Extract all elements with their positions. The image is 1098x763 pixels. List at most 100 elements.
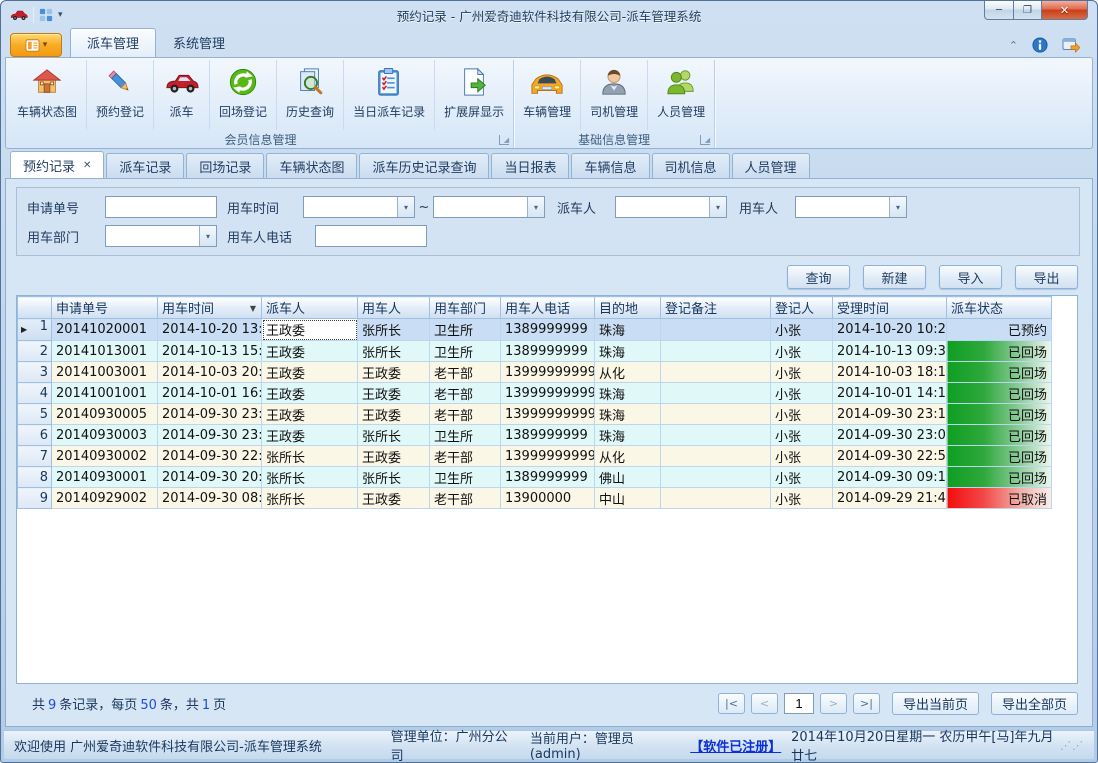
- table-cell[interactable]: 卫生所: [430, 341, 501, 362]
- table-cell[interactable]: 小张: [771, 319, 833, 341]
- collapse-ribbon-icon[interactable]: ⌃: [1009, 39, 1018, 52]
- table-row[interactable]: 9201409290022014-09-30 08:00张所长王政委老干部139…: [18, 488, 1052, 509]
- table-cell[interactable]: 珠海: [595, 319, 661, 341]
- header-destination[interactable]: 目的地: [595, 297, 661, 319]
- table-cell[interactable]: 张所长: [262, 467, 358, 488]
- table-row[interactable]: ▶1201410200012014-10-20 13:00王政委张所长卫生所13…: [18, 319, 1052, 341]
- table-cell[interactable]: 2014-09-30 23:00: [158, 425, 262, 446]
- table-cell[interactable]: 小张: [771, 425, 833, 446]
- table-cell[interactable]: 王政委: [262, 383, 358, 404]
- table-cell[interactable]: 王政委: [358, 488, 430, 509]
- table-cell[interactable]: 20140930003: [52, 425, 158, 446]
- table-row[interactable]: 4201410010012014-10-01 16:00王政委王政委老干部139…: [18, 383, 1052, 404]
- dialog-launcher-icon[interactable]: ◢: [700, 135, 710, 145]
- dispatch-status-cell[interactable]: 已回场: [947, 446, 1052, 467]
- table-cell[interactable]: [661, 488, 771, 509]
- table-cell[interactable]: 13999999999: [501, 404, 595, 425]
- software-registered-link[interactable]: 【软件已注册】: [690, 736, 775, 755]
- dispatch-status-cell[interactable]: 已回场: [947, 362, 1052, 383]
- table-cell[interactable]: 2014-10-20 13:00: [158, 319, 262, 341]
- doc-tab-driver-info[interactable]: 司机信息: [652, 153, 730, 178]
- table-cell[interactable]: 1389999999: [501, 467, 595, 488]
- header-accept-time[interactable]: 受理时间: [833, 297, 947, 319]
- dispatch-status-cell[interactable]: 已回场: [947, 383, 1052, 404]
- import-button[interactable]: 导入: [939, 265, 1002, 289]
- doc-tab-reservation-records[interactable]: 预约记录 ✕: [10, 151, 104, 178]
- table-cell[interactable]: 2014-09-30 23:30: [158, 404, 262, 425]
- chevron-down-icon[interactable]: ▾: [527, 197, 544, 217]
- table-cell[interactable]: 小张: [771, 467, 833, 488]
- table-row[interactable]: 8201409300012014-09-30 20:00张所长张所长卫生所138…: [18, 467, 1052, 488]
- ribbon-button-reservation[interactable]: 预约登记: [86, 60, 153, 130]
- table-cell[interactable]: [661, 341, 771, 362]
- table-cell[interactable]: 佛山: [595, 467, 661, 488]
- table-cell[interactable]: 张所长: [358, 425, 430, 446]
- table-cell[interactable]: 张所长: [358, 467, 430, 488]
- chevron-down-icon[interactable]: ▾: [397, 197, 414, 217]
- dialog-launcher-icon[interactable]: ◢: [499, 135, 509, 145]
- ribbon-tab-dispatch[interactable]: 派车管理: [70, 28, 156, 57]
- table-cell[interactable]: 小张: [771, 341, 833, 362]
- prev-page-button[interactable]: <: [751, 693, 778, 714]
- header-phone[interactable]: 用车人电话: [501, 297, 595, 319]
- table-cell[interactable]: 珠海: [595, 383, 661, 404]
- table-row[interactable]: 2201410130012014-10-13 15:00王政委张所长卫生所138…: [18, 341, 1052, 362]
- table-cell[interactable]: [661, 319, 771, 341]
- table-cell[interactable]: 13900000: [501, 488, 595, 509]
- table-cell[interactable]: 王政委: [358, 362, 430, 383]
- dept-combo[interactable]: ▾: [105, 225, 217, 247]
- table-cell[interactable]: 13999999999: [501, 362, 595, 383]
- dispatch-status-cell[interactable]: 已预约: [947, 319, 1052, 341]
- table-cell[interactable]: 老干部: [430, 488, 501, 509]
- layout-grid-icon[interactable]: [39, 8, 53, 22]
- row-indicator-cell[interactable]: 3: [18, 362, 52, 383]
- table-cell[interactable]: 2014-09-30 20:00: [158, 467, 262, 488]
- table-cell[interactable]: [661, 362, 771, 383]
- close-button[interactable]: ✕: [1042, 1, 1088, 20]
- table-cell[interactable]: 老干部: [430, 404, 501, 425]
- ribbon-button-return-registration[interactable]: 回场登记: [209, 60, 276, 130]
- table-cell[interactable]: [661, 446, 771, 467]
- ribbon-button-today-dispatch-records[interactable]: 当日派车记录: [343, 60, 434, 130]
- table-cell[interactable]: 2014-09-30 22:59: [833, 446, 947, 467]
- row-indicator-cell[interactable]: 4: [18, 383, 52, 404]
- header-dispatch-status[interactable]: 派车状态: [947, 297, 1052, 319]
- dispatch-status-cell[interactable]: 已取消: [947, 488, 1052, 509]
- table-cell[interactable]: 张所长: [262, 446, 358, 467]
- table-cell[interactable]: 2014-09-30 23:05: [833, 425, 947, 446]
- dispatch-status-cell[interactable]: 已回场: [947, 467, 1052, 488]
- ribbon-tab-system[interactable]: 系统管理: [156, 28, 242, 57]
- table-cell[interactable]: 王政委: [358, 404, 430, 425]
- table-cell[interactable]: 13999999999: [501, 383, 595, 404]
- table-cell[interactable]: 卫生所: [430, 319, 501, 341]
- table-cell[interactable]: 小张: [771, 383, 833, 404]
- ribbon-button-extended-screen[interactable]: 扩展屏显示: [434, 60, 513, 130]
- row-indicator-cell[interactable]: 2: [18, 341, 52, 362]
- row-indicator-cell[interactable]: ▶1: [18, 319, 52, 341]
- use-time-to-combo[interactable]: ▾: [433, 196, 545, 218]
- table-cell[interactable]: 2014-10-13 15:00: [158, 341, 262, 362]
- table-cell[interactable]: 13999999999: [501, 446, 595, 467]
- table-cell[interactable]: 2014-09-29 21:47: [833, 488, 947, 509]
- table-cell[interactable]: [661, 383, 771, 404]
- header-user[interactable]: 用车人: [358, 297, 430, 319]
- table-row[interactable]: 7201409300022014-09-30 22:00张所长王政委老干部139…: [18, 446, 1052, 467]
- last-page-button[interactable]: >|: [853, 693, 880, 714]
- table-cell[interactable]: 卫生所: [430, 425, 501, 446]
- table-cell[interactable]: [661, 467, 771, 488]
- export-all-pages-button[interactable]: 导出全部页: [991, 692, 1078, 715]
- user-combo[interactable]: ▾: [795, 196, 907, 218]
- ribbon-button-history-query[interactable]: 历史查询: [276, 60, 343, 130]
- table-cell[interactable]: 中山: [595, 488, 661, 509]
- resize-grip-icon[interactable]: ⋰⋰: [1060, 739, 1084, 752]
- title-bar[interactable]: ▾ 预约记录 - 广州爱奇迪软件科技有限公司-派车管理系统 ─ ❐ ✕: [4, 1, 1094, 29]
- query-button[interactable]: 查询: [787, 265, 850, 289]
- table-cell[interactable]: 小张: [771, 404, 833, 425]
- page-number-input[interactable]: [784, 693, 814, 714]
- header-use-time[interactable]: 用车时间▼: [158, 297, 262, 319]
- header-apply-no[interactable]: 申请单号: [52, 297, 158, 319]
- table-cell[interactable]: 2014-10-01 16:00: [158, 383, 262, 404]
- apply-no-input[interactable]: [105, 196, 217, 218]
- table-cell[interactable]: 王政委: [358, 446, 430, 467]
- table-cell[interactable]: 卫生所: [430, 467, 501, 488]
